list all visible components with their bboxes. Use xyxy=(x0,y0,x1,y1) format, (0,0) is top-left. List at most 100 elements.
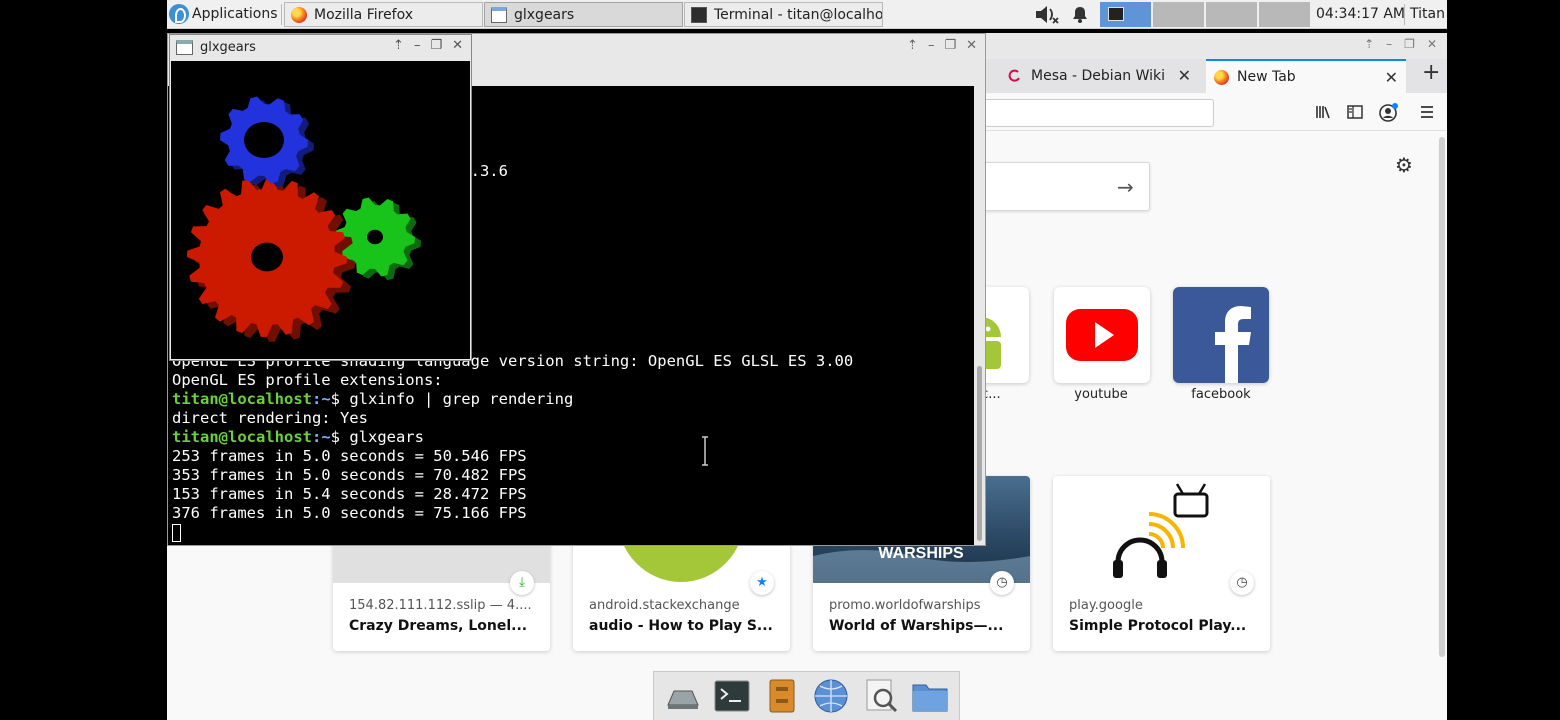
taskbar-item-label: Terminal - titan@localho... xyxy=(714,6,883,23)
window-icon xyxy=(491,6,507,23)
terminal-prompt-line: titan@localhost:~$ glxinfo | grep render… xyxy=(172,390,573,409)
url-bar[interactable] xyxy=(957,99,1214,127)
terminal-output-line: 353 frames in 5.0 seconds = 70.482 FPS xyxy=(172,466,527,484)
new-tab-plus-icon[interactable]: + xyxy=(1422,60,1440,85)
highlight-title: Crazy Dreams, Lonel... xyxy=(349,618,528,634)
highlight-thumbnail xyxy=(1053,476,1270,583)
prompt-user: titan@localhost xyxy=(172,428,312,446)
workspace-4[interactable] xyxy=(1259,2,1310,27)
warships-logo-text: WARSHIPS xyxy=(878,545,964,562)
window-minimize-icon[interactable]: – xyxy=(928,38,935,53)
highlight-host: promo.worldofwarships xyxy=(829,598,981,613)
tab-label: New Tab xyxy=(1237,69,1296,85)
workspace-2[interactable] xyxy=(1153,2,1204,27)
star-icon: ★ xyxy=(750,571,774,595)
highlight-card[interactable]: ◷ play.google Simple Protocol Play... xyxy=(1053,476,1270,651)
blue-gear xyxy=(220,96,314,188)
bottom-dock xyxy=(653,671,960,720)
youtube-logo-icon xyxy=(1066,309,1138,361)
window-maximize-icon[interactable]: ❐ xyxy=(1404,37,1415,51)
library-icon[interactable] xyxy=(1313,102,1333,122)
scrollbar[interactable] xyxy=(1439,137,1445,657)
terminal-output-line: OpenGL ES profile extensions: xyxy=(172,371,443,389)
firefox-icon xyxy=(291,6,307,23)
clock-icon: ◷ xyxy=(990,571,1014,595)
glxgears-window-controls: ⇡ – ❐ ✕ xyxy=(393,38,463,53)
window-minimize-icon[interactable]: – xyxy=(414,38,421,53)
terminal-output-line: 153 frames in 5.4 seconds = 28.472 FPS xyxy=(172,485,527,503)
terminal-prompt-line: titan@localhost:~$ glxgears xyxy=(172,428,424,447)
window-icon xyxy=(176,40,193,55)
gear-icon[interactable]: ⚙ xyxy=(1395,153,1413,177)
search-submit-arrow-icon[interactable]: → xyxy=(1117,175,1134,199)
highlight-title: World of Warships—... xyxy=(829,618,1004,634)
web-browser-icon[interactable] xyxy=(812,677,850,715)
window-maximize-icon[interactable]: ❐ xyxy=(944,38,956,53)
notifications-bell-icon[interactable] xyxy=(1072,6,1088,23)
user-menu[interactable]: Titan xyxy=(1410,0,1445,29)
terminal-output-line: direct rendering: Yes xyxy=(172,409,368,427)
clock-icon: ◷ xyxy=(1230,571,1254,595)
panel-separator xyxy=(1404,4,1405,25)
panel-clock[interactable]: 04:34:17 AM xyxy=(1316,0,1405,29)
debian-swirl-icon xyxy=(1008,69,1020,82)
red-gear xyxy=(187,177,355,342)
window-minimize-icon[interactable]: – xyxy=(1386,37,1392,51)
prompt-path: :~ xyxy=(311,428,331,446)
download-icon: ⤓ xyxy=(510,571,534,595)
taskbar-item-glxgears[interactable]: glxgears xyxy=(484,2,683,27)
hamburger-menu-icon[interactable] xyxy=(1417,102,1437,122)
folder-icon[interactable] xyxy=(911,677,949,715)
prompt-command: $ glxgears xyxy=(330,428,424,446)
top-site-youtube[interactable] xyxy=(1054,287,1150,383)
workspace-1[interactable] xyxy=(1100,2,1151,27)
app-finder-icon[interactable] xyxy=(862,677,900,715)
taskbar-item-label: Mozilla Firefox xyxy=(314,6,414,23)
gears-render xyxy=(187,96,421,342)
terminal-icon[interactable] xyxy=(713,677,751,715)
terminal-window-controls: ⇡ – ❐ ✕ xyxy=(907,38,977,53)
taskbar-item-firefox[interactable]: Mozilla Firefox xyxy=(284,2,483,27)
sidebar-icon[interactable] xyxy=(1345,102,1365,122)
highlight-host: android.stackexchange xyxy=(589,598,740,613)
account-icon[interactable] xyxy=(1377,102,1398,122)
window-shade-icon[interactable]: ⇡ xyxy=(1364,37,1374,51)
prompt-command: $ glxinfo | grep rendering xyxy=(330,390,574,408)
facebook-logo-icon xyxy=(1215,306,1251,383)
terminal-output-line: 253 frames in 5.0 seconds = 50.546 FPS xyxy=(172,447,527,465)
glxgears-window: glxgears ⇡ – ❐ ✕ xyxy=(169,34,472,361)
applications-menu-button[interactable]: Applications xyxy=(167,0,282,29)
workspace-pager[interactable] xyxy=(1100,2,1312,27)
tab-label: Mesa - Debian Wiki xyxy=(1031,68,1166,84)
volume-muted-icon[interactable] xyxy=(1034,4,1060,25)
terminal-scrollbar[interactable] xyxy=(974,86,985,545)
applications-logo-icon xyxy=(169,4,189,24)
top-site-facebook[interactable] xyxy=(1173,287,1269,383)
window-shade-icon[interactable]: ⇡ xyxy=(393,38,404,53)
text-cursor-icon xyxy=(702,436,708,466)
prompt-path: :~ xyxy=(311,390,331,408)
window-close-icon[interactable]: ✕ xyxy=(452,38,463,53)
tab-close-icon[interactable]: ✕ xyxy=(1178,66,1191,85)
glxgears-canvas[interactable] xyxy=(171,61,470,359)
file-manager-icon[interactable] xyxy=(763,677,801,715)
taskbar-item-terminal[interactable]: Terminal - titan@localho... xyxy=(684,2,883,27)
terminal-cursor xyxy=(172,524,181,542)
show-desktop-icon[interactable] xyxy=(664,677,702,715)
highlight-title: audio - How to Play S... xyxy=(589,618,773,634)
tab-close-icon[interactable]: ✕ xyxy=(1385,68,1398,87)
window-shade-icon[interactable]: ⇡ xyxy=(907,38,918,53)
firefox-icon xyxy=(1214,69,1229,85)
taskbar-item-label: glxgears xyxy=(514,6,575,23)
window-maximize-icon[interactable]: ❐ xyxy=(430,38,442,53)
workspace-3[interactable] xyxy=(1206,2,1257,27)
highlight-host: 154.82.111.112.sslip — 4.... xyxy=(349,598,532,613)
tab-new-tab[interactable]: New Tab ✕ xyxy=(1206,59,1406,93)
scrollbar-thumb[interactable] xyxy=(977,366,982,541)
terminal-icon xyxy=(691,6,707,23)
tab-mesa-debian-wiki[interactable]: Mesa - Debian Wiki ✕ xyxy=(999,59,1199,93)
window-close-icon[interactable]: ✕ xyxy=(966,38,977,53)
top-site-label: youtube xyxy=(1074,387,1128,402)
applications-label: Applications xyxy=(192,6,278,22)
window-close-icon[interactable]: ✕ xyxy=(1427,37,1437,51)
